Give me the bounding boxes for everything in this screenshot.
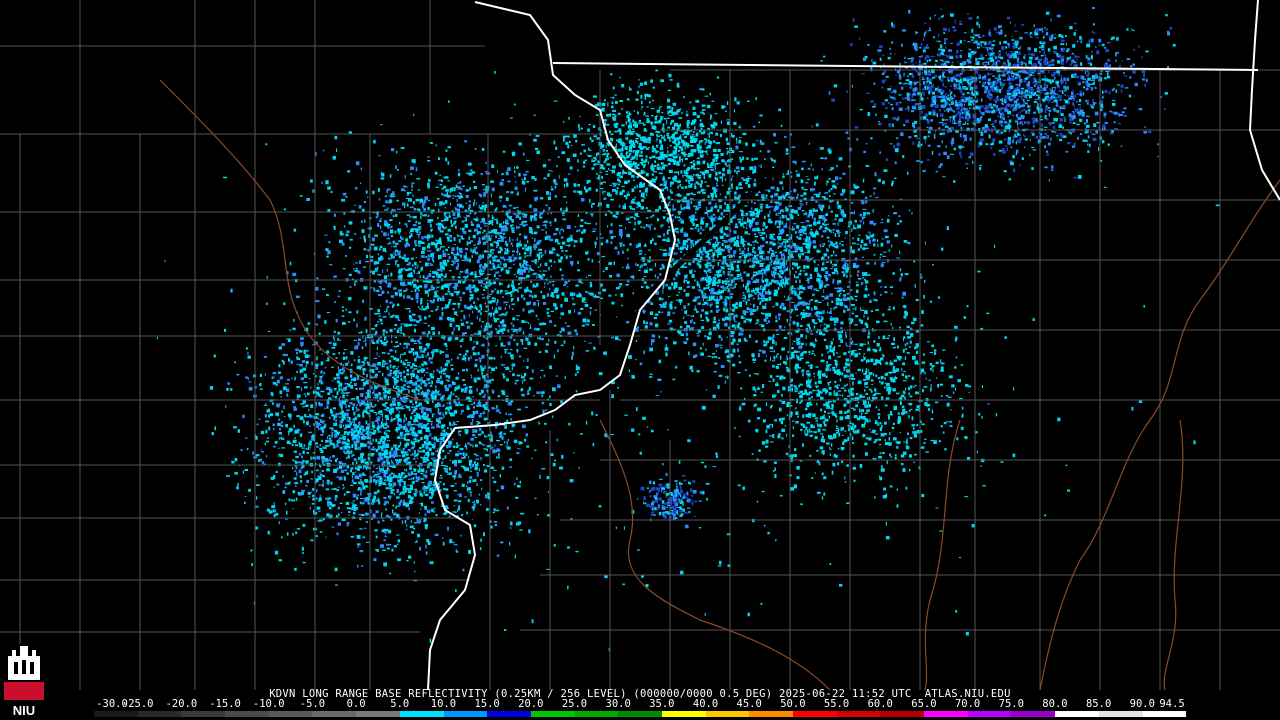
niu-logo: NIU — [2, 644, 46, 718]
scale-label: 45.0 — [736, 698, 762, 710]
color-bar-segment — [705, 711, 750, 717]
scale-label: -20.0 — [165, 698, 198, 710]
color-bar-segment — [137, 711, 182, 717]
scale-label: 70.0 — [954, 698, 981, 710]
scale-label: 0.0 — [346, 698, 366, 710]
scale-label: -10.0 — [252, 698, 285, 710]
scale-label: 50.0 — [780, 698, 806, 710]
color-bar-segment — [967, 711, 1012, 717]
color-bar-segment — [1011, 711, 1056, 717]
scale-label: 20.0 — [518, 698, 544, 710]
scale-label: 94.5 — [1159, 698, 1185, 710]
scale-label: 40.0 — [692, 698, 719, 710]
scale-label: 55.0 — [823, 698, 850, 710]
color-bar-segment — [749, 711, 793, 717]
scale-label: 10.0 — [430, 698, 457, 710]
legend-footer: KDVN LONG RANGE BASE REFLECTIVITY (0.25K… — [0, 688, 1280, 720]
radar-map — [0, 0, 1280, 690]
color-bar-segment — [225, 711, 269, 717]
color-bar-segment — [181, 711, 226, 717]
reflectivity-scale-labels: -30.0 -25.0 -20.0 -15.0 -10.0 -5.0 0.0 5.0 10.0 1… — [94, 698, 1186, 710]
color-bar-segment — [530, 711, 575, 717]
scale-label: 85.0 — [1085, 698, 1112, 710]
scale-label: 15.0 — [474, 698, 500, 710]
logo-base — [4, 682, 44, 700]
color-bar-segment — [661, 711, 706, 717]
scale-label: 90.0 — [1129, 698, 1155, 710]
scale-label: 30.0 — [605, 698, 631, 710]
scale-label: -25.0 — [121, 698, 154, 710]
reflectivity-color-bar — [94, 711, 1187, 717]
scale-label: 80.0 — [1042, 698, 1068, 710]
color-bar-segment — [793, 711, 837, 717]
scale-label: 65.0 — [911, 698, 937, 710]
color-bar-segment — [1142, 711, 1187, 717]
color-bar-segment — [574, 711, 619, 717]
scale-label: 25.0 — [561, 698, 588, 710]
color-bar-segment — [618, 711, 662, 717]
color-bar-segment — [356, 711, 400, 717]
color-bar-segment — [836, 711, 881, 717]
color-bar-segment — [880, 711, 925, 717]
color-bar-segment — [312, 711, 357, 717]
color-bar-segment — [268, 711, 313, 717]
color-bar-segment — [487, 711, 531, 717]
scale-label: 35.0 — [649, 698, 675, 710]
color-bar-segment — [1098, 711, 1143, 717]
scale-label: 5.0 — [390, 698, 410, 710]
color-bar-segment — [443, 711, 488, 717]
color-bar-segment — [399, 711, 444, 717]
scale-label: -15.0 — [209, 698, 241, 710]
color-bar-segment — [1055, 711, 1099, 717]
color-bar-segment — [94, 711, 138, 717]
scale-label: 75.0 — [998, 698, 1024, 710]
scale-label: -5.0 — [299, 698, 326, 710]
color-bar-segment — [924, 711, 968, 717]
logo-text: NIU — [13, 703, 35, 718]
scale-label: 60.0 — [867, 698, 893, 710]
